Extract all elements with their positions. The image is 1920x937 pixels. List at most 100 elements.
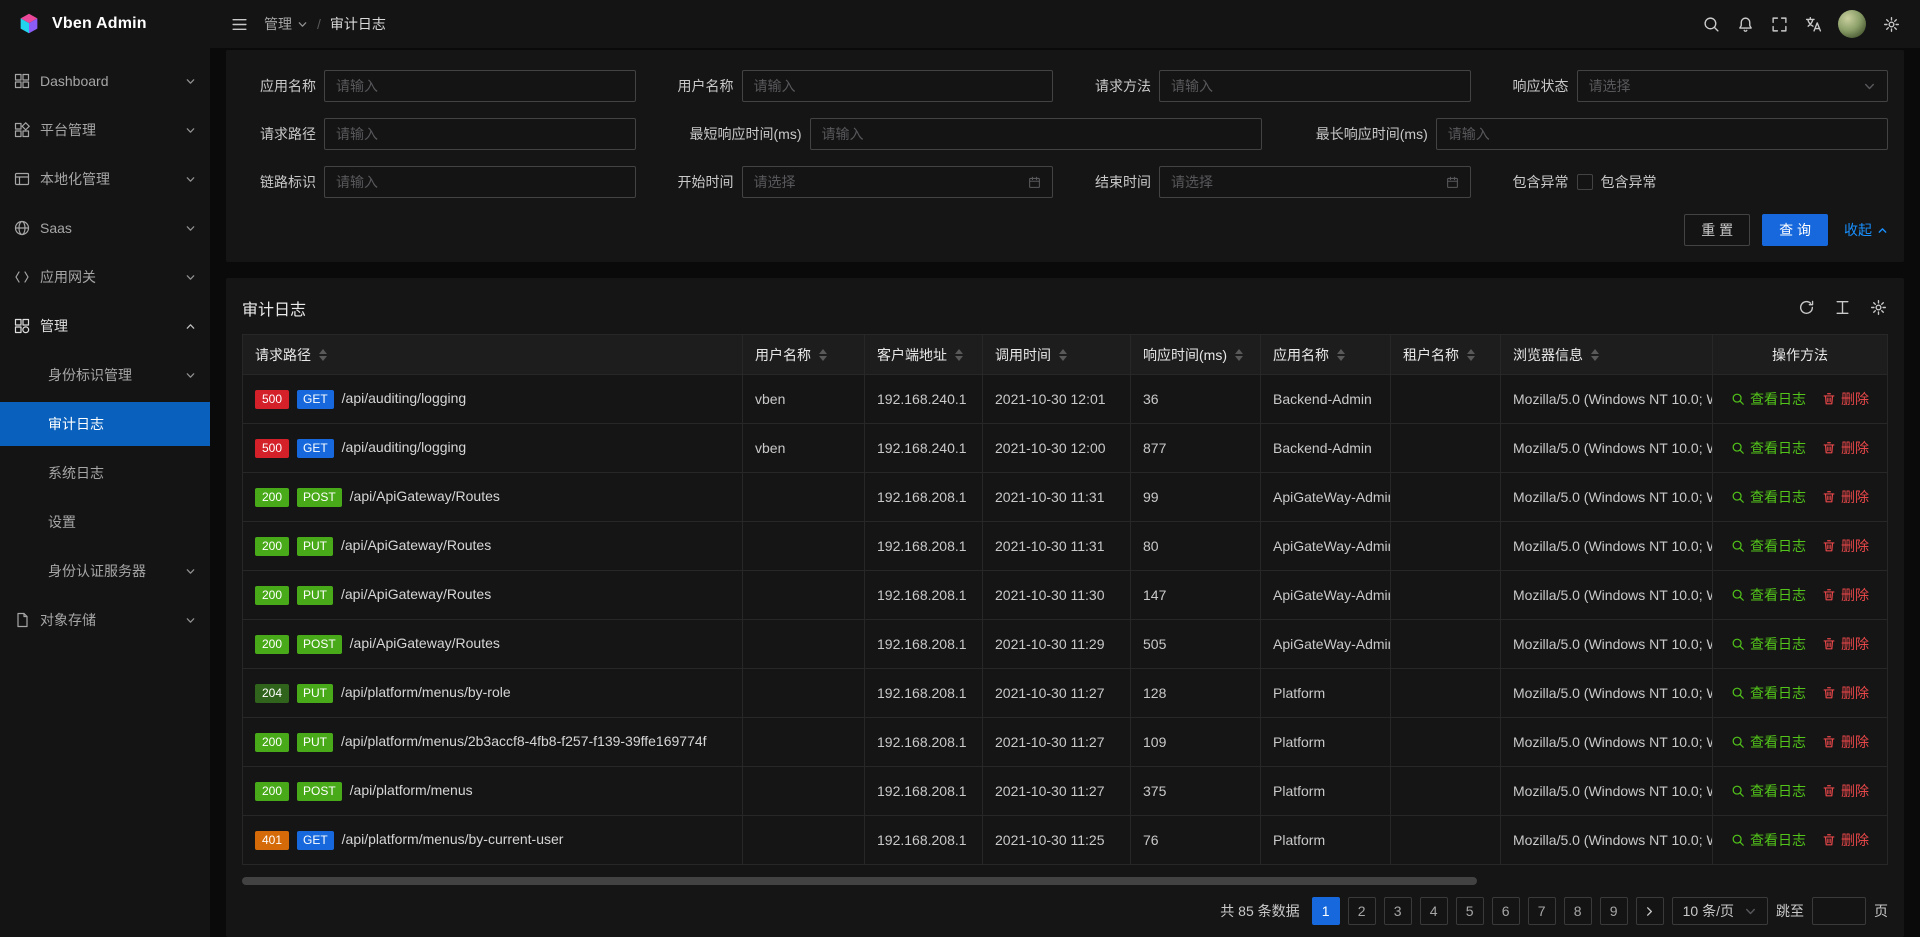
min-response-time-input[interactable]	[810, 118, 1262, 150]
menu-fold-icon[interactable]	[222, 7, 256, 41]
notification-bell-icon[interactable]	[1728, 7, 1762, 41]
column-header-4[interactable]: 响应时间(ms)	[1131, 335, 1261, 375]
next-page-button[interactable]	[1636, 897, 1664, 925]
column-header-5[interactable]: 应用名称	[1261, 335, 1391, 375]
settings-gear-icon[interactable]	[1874, 7, 1908, 41]
delete-button[interactable]: 删除	[1822, 634, 1869, 654]
view-log-button[interactable]: 查看日志	[1731, 683, 1806, 703]
sidebar-item-audit-log[interactable]: 审计日志	[0, 402, 210, 446]
fullscreen-icon[interactable]	[1762, 7, 1796, 41]
status-code-badge: 200	[255, 537, 289, 556]
reset-button[interactable]: 重 置	[1684, 214, 1750, 246]
request-path-input[interactable]	[324, 118, 636, 150]
logo[interactable]: Vben Admin	[0, 0, 210, 48]
filter-field-end-time: 结束时间 请选择	[1077, 166, 1471, 198]
sidebar-item-settings[interactable]: 设置	[0, 500, 210, 544]
cell-client-ip: 192.168.240.1	[865, 424, 983, 473]
sidebar-item-saas[interactable]: Saas	[0, 206, 210, 250]
column-settings-icon[interactable]	[1870, 299, 1888, 317]
start-time-picker[interactable]: 请选择	[742, 166, 1054, 198]
app-name-input[interactable]	[324, 70, 636, 102]
delete-button[interactable]: 删除	[1822, 683, 1869, 703]
cell-client-ip: 192.168.208.1	[865, 522, 983, 571]
view-log-button[interactable]: 查看日志	[1731, 634, 1806, 654]
view-log-button[interactable]: 查看日志	[1731, 389, 1806, 409]
search-icon	[1731, 833, 1745, 847]
cell-tenant-name	[1391, 767, 1501, 816]
translate-icon[interactable]	[1796, 7, 1830, 41]
storage-icon	[14, 612, 30, 628]
row-height-icon[interactable]	[1834, 299, 1852, 317]
view-log-button[interactable]: 查看日志	[1731, 830, 1806, 850]
view-log-button[interactable]: 查看日志	[1731, 585, 1806, 605]
delete-button[interactable]: 删除	[1822, 438, 1869, 458]
avatar[interactable]	[1838, 10, 1866, 38]
page-button-2[interactable]: 2	[1348, 897, 1376, 925]
sidebar-item-management[interactable]: 管理	[0, 304, 210, 348]
delete-button[interactable]: 删除	[1822, 389, 1869, 409]
search-icon[interactable]	[1694, 7, 1728, 41]
refresh-icon[interactable]	[1798, 299, 1816, 317]
page-button-3[interactable]: 3	[1384, 897, 1412, 925]
page-button-6[interactable]: 6	[1492, 897, 1520, 925]
table-row: 401GET/api/platform/menus/by-current-use…	[243, 816, 1888, 865]
sidebar-item-auth-server[interactable]: 身份认证服务器	[0, 549, 210, 593]
scrollbar-thumb[interactable]	[242, 877, 1477, 885]
column-header-7[interactable]: 浏览器信息	[1501, 335, 1713, 375]
collapse-link[interactable]: 收起	[1844, 220, 1888, 240]
column-header-2[interactable]: 客户端地址	[865, 335, 983, 375]
jump-page-input[interactable]	[1812, 897, 1866, 925]
include-exception-checkbox[interactable]	[1577, 174, 1593, 190]
cell-response-ms: 99	[1131, 473, 1261, 522]
filter-label: 包含异常	[1495, 172, 1577, 192]
sidebar-item-label: 管理	[40, 316, 175, 336]
cell-browser-info: Mozilla/5.0 (Windows NT 10.0; Win	[1501, 669, 1713, 718]
delete-button[interactable]: 删除	[1822, 732, 1869, 752]
page-button-8[interactable]: 8	[1564, 897, 1592, 925]
sidebar-item-localization-management[interactable]: 本地化管理	[0, 157, 210, 201]
delete-button[interactable]: 删除	[1822, 536, 1869, 556]
sidebar-item-app-gateway[interactable]: 应用网关	[0, 255, 210, 299]
view-log-button[interactable]: 查看日志	[1731, 536, 1806, 556]
column-header-1[interactable]: 用户名称	[743, 335, 865, 375]
response-status-select[interactable]: 请选择	[1577, 70, 1889, 102]
column-header-0[interactable]: 请求路径	[243, 335, 743, 375]
sidebar-item-identity-management[interactable]: 身份标识管理	[0, 353, 210, 397]
status-code-badge: 200	[255, 782, 289, 801]
view-log-button[interactable]: 查看日志	[1731, 732, 1806, 752]
search-button[interactable]: 查 询	[1762, 214, 1828, 246]
breadcrumb-item-manage[interactable]: 管理	[264, 14, 308, 34]
sidebar-item-label: 审计日志	[48, 414, 196, 434]
request-method-input[interactable]	[1159, 70, 1471, 102]
cell-client-ip: 192.168.208.1	[865, 669, 983, 718]
delete-button[interactable]: 删除	[1822, 830, 1869, 850]
page-size-select[interactable]: 10 条/页	[1672, 897, 1768, 925]
page-button-5[interactable]: 5	[1456, 897, 1484, 925]
max-response-time-input[interactable]	[1436, 118, 1888, 150]
view-log-button[interactable]: 查看日志	[1731, 438, 1806, 458]
delete-button[interactable]: 删除	[1822, 487, 1869, 507]
page-button-1[interactable]: 1	[1312, 897, 1340, 925]
sort-icon	[1591, 349, 1599, 361]
delete-button[interactable]: 删除	[1822, 585, 1869, 605]
page-button-4[interactable]: 4	[1420, 897, 1448, 925]
page-button-9[interactable]: 9	[1600, 897, 1628, 925]
search-icon	[1731, 637, 1745, 651]
sidebar-item-platform-management[interactable]: 平台管理	[0, 108, 210, 152]
delete-button[interactable]: 删除	[1822, 781, 1869, 801]
column-header-3[interactable]: 调用时间	[983, 335, 1131, 375]
view-log-button[interactable]: 查看日志	[1731, 781, 1806, 801]
sidebar-item-label: 身份认证服务器	[48, 561, 175, 581]
column-header-6[interactable]: 租户名称	[1391, 335, 1501, 375]
pagination-pages: 123456789	[1312, 897, 1628, 925]
sidebar-item-object-storage[interactable]: 对象存储	[0, 598, 210, 642]
view-log-button[interactable]: 查看日志	[1731, 487, 1806, 507]
user-name-input[interactable]	[742, 70, 1054, 102]
trace-id-input[interactable]	[324, 166, 636, 198]
page-button-7[interactable]: 7	[1528, 897, 1556, 925]
view-log-label: 查看日志	[1750, 830, 1806, 850]
horizontal-scrollbar[interactable]	[242, 877, 1888, 885]
sidebar-item-system-log[interactable]: 系统日志	[0, 451, 210, 495]
end-time-picker[interactable]: 请选择	[1159, 166, 1471, 198]
sidebar-item-dashboard[interactable]: Dashboard	[0, 59, 210, 103]
